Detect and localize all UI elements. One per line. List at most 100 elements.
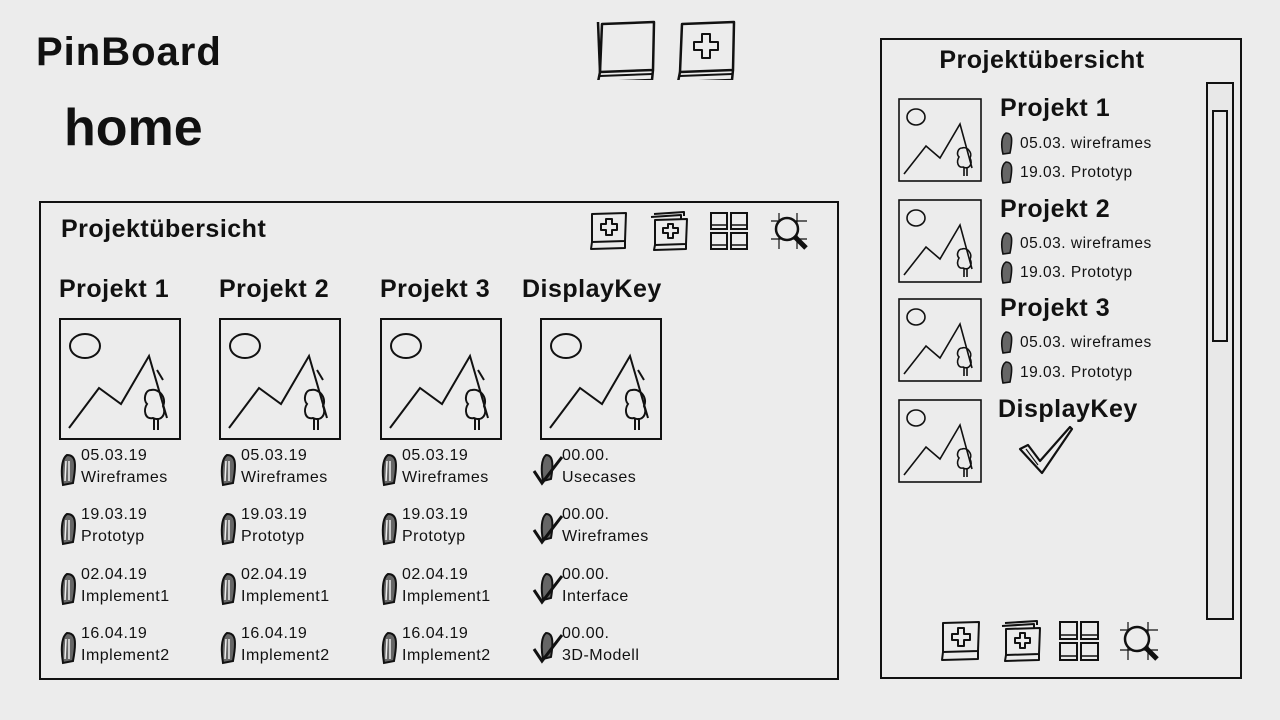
image-placeholder-icon[interactable]	[380, 318, 502, 440]
entry-item[interactable]: 00.00. Interface	[532, 566, 682, 610]
side-entry: 05.03. wireframes	[1000, 331, 1200, 357]
pen-icon	[1000, 232, 1014, 256]
entry-date: 02.04.19	[241, 566, 308, 583]
project-column: Projekt 3 05.03.19 Wireframes 19.03.19 P…	[380, 275, 530, 665]
entry-item[interactable]: 19.03.19 Prototyp	[219, 506, 369, 550]
side-scrollbar[interactable]	[1206, 82, 1234, 620]
pen-icon	[1000, 261, 1014, 285]
project-column: Projekt 1 05.03.19 Wireframes 19.03.19 P…	[59, 275, 209, 665]
entry-item[interactable]: 16.04.19 Implement2	[380, 625, 530, 669]
pen-icon	[380, 512, 402, 546]
grid-view-icon[interactable]	[1058, 620, 1100, 662]
pen-icon	[1000, 161, 1014, 185]
add-icon[interactable]	[589, 211, 629, 251]
side-project-item[interactable]: Projekt 1 05.03. wireframes 19.03. Proto…	[898, 94, 1200, 198]
pen-icon	[380, 631, 402, 665]
image-placeholder-icon	[898, 199, 982, 283]
entry-item[interactable]: 19.03.19 Prototyp	[59, 506, 209, 550]
side-project-overview-panel: Projektübersicht Projekt 1 05.03. wirefr…	[880, 38, 1242, 679]
pen-check-icon	[532, 631, 564, 665]
side-project-title: Projekt 2	[1000, 195, 1111, 223]
side-entry: 19.03. Prototyp	[1000, 361, 1200, 387]
entry-date: 02.04.19	[402, 566, 469, 583]
entry-date: 19.03.19	[81, 506, 148, 523]
project-overview-panel: Projektübersicht Projekt 1 05.03.19 Wire…	[39, 201, 839, 680]
add-board-icon[interactable]	[676, 20, 736, 80]
image-placeholder-icon	[898, 298, 982, 382]
side-entry: 05.03. wireframes	[1000, 232, 1200, 258]
side-entry-text: 19.03. Prototyp	[1020, 164, 1133, 181]
entry-label: Prototyp	[241, 528, 305, 545]
entry-item[interactable]: 16.04.19 Implement2	[59, 625, 209, 669]
project-title[interactable]: Projekt 1	[59, 275, 209, 304]
side-entry: 19.03. Prototyp	[1000, 261, 1200, 287]
entry-date: 16.04.19	[81, 625, 148, 642]
entry-label: Implement1	[81, 588, 170, 605]
pen-icon	[1000, 132, 1014, 156]
side-project-item[interactable]: DisplayKey	[898, 395, 1198, 499]
project-title[interactable]: Projekt 2	[219, 275, 369, 304]
entry-item[interactable]: 05.03.19 Wireframes	[59, 447, 209, 491]
side-project-title: Projekt 1	[1000, 94, 1111, 122]
project-column: DisplayKey 00.00. Usecases 00.00. Wirefr…	[522, 275, 692, 664]
side-entry: 19.03. Prototyp	[1000, 161, 1200, 187]
entry-item[interactable]: 05.03.19 Wireframes	[380, 447, 530, 491]
entry-date: 00.00.	[562, 566, 610, 583]
pen-icon	[219, 631, 241, 665]
side-panel-title: Projektübersicht	[939, 46, 1145, 74]
image-placeholder-icon	[898, 399, 982, 483]
entry-item[interactable]: 00.00. Usecases	[532, 447, 682, 491]
entry-item[interactable]: 02.04.19 Implement1	[380, 566, 530, 610]
entry-label: Implement1	[241, 588, 330, 605]
entry-date: 00.00.	[562, 506, 610, 523]
scrollbar-thumb[interactable]	[1212, 110, 1228, 342]
entry-item[interactable]: 19.03.19 Prototyp	[380, 506, 530, 550]
app-title: PinBoard	[36, 30, 222, 74]
pen-icon	[1000, 331, 1014, 355]
pen-icon	[59, 631, 81, 665]
entry-item[interactable]: 16.04.19 Implement2	[219, 625, 369, 669]
entry-label: Implement2	[402, 647, 491, 664]
project-title[interactable]: Projekt 3	[380, 275, 530, 304]
entry-date: 19.03.19	[402, 506, 469, 523]
entry-date: 05.03.19	[402, 447, 469, 464]
entry-label: Wireframes	[402, 469, 489, 486]
entry-item[interactable]: 02.04.19 Implement1	[59, 566, 209, 610]
entry-label: Wireframes	[241, 469, 328, 486]
checkmark-icon	[1018, 425, 1074, 477]
pen-icon	[380, 453, 402, 487]
image-placeholder-icon[interactable]	[59, 318, 181, 440]
entry-label: Wireframes	[562, 528, 649, 545]
search-zoom-icon[interactable]	[1118, 620, 1160, 662]
entry-date: 05.03.19	[241, 447, 308, 464]
entry-date: 19.03.19	[241, 506, 308, 523]
side-project-item[interactable]: Projekt 3 05.03. wireframes 19.03. Proto…	[898, 294, 1200, 398]
blank-board-icon[interactable]	[596, 20, 656, 80]
entry-item[interactable]: 00.00. 3D-Modell	[532, 625, 682, 669]
side-entry: 05.03. wireframes	[1000, 132, 1200, 158]
pen-check-icon	[532, 572, 564, 606]
entry-label: Implement2	[81, 647, 170, 664]
pen-icon	[380, 572, 402, 606]
project-title[interactable]: DisplayKey	[522, 275, 692, 304]
grid-view-icon[interactable]	[709, 211, 749, 251]
side-entry-text: 05.03. wireframes	[1020, 135, 1152, 152]
image-placeholder-icon[interactable]	[219, 318, 341, 440]
side-entry-text: 05.03. wireframes	[1020, 235, 1152, 252]
side-project-item[interactable]: Projekt 2 05.03. wireframes 19.03. Proto…	[898, 195, 1200, 299]
add-multiple-icon[interactable]	[649, 211, 689, 251]
side-project-title: Projekt 3	[1000, 294, 1111, 322]
search-zoom-icon[interactable]	[769, 211, 809, 251]
entry-label: Interface	[562, 588, 629, 605]
add-multiple-icon[interactable]	[1000, 620, 1042, 662]
entry-label: 3D-Modell	[562, 647, 640, 664]
image-placeholder-icon[interactable]	[540, 318, 662, 440]
entry-item[interactable]: 05.03.19 Wireframes	[219, 447, 369, 491]
pen-icon	[59, 572, 81, 606]
entry-item[interactable]: 02.04.19 Implement1	[219, 566, 369, 610]
entry-date: 00.00.	[562, 447, 610, 464]
add-icon[interactable]	[940, 620, 982, 662]
entry-item[interactable]: 00.00. Wireframes	[532, 506, 682, 550]
pen-icon	[1000, 361, 1014, 385]
pen-check-icon	[532, 453, 564, 487]
